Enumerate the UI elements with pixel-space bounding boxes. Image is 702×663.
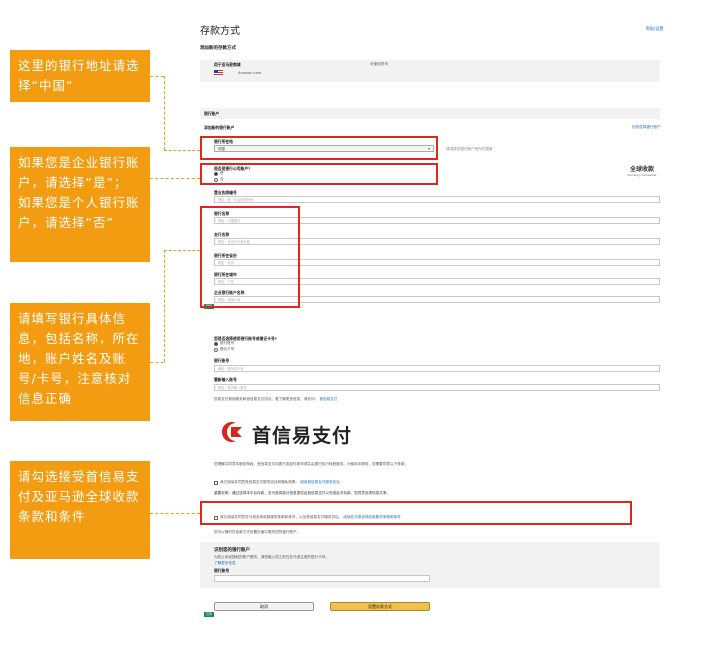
bank-details-highlight: [200, 206, 300, 308]
callout-company-account: 如果您是企业银行账户，请选择“是”； 如果您是个人银行账户，请选择“否”: [10, 147, 150, 262]
leader-line-3a: [150, 362, 164, 363]
verify-desc: 为防止未经授权的账户更改，请您输入您之前在亚马逊注册的银行卡号。: [214, 555, 329, 559]
currency-badge-subtitle: Currency Converter: [627, 173, 657, 177]
section-heading: 添加新的存款方式: [200, 46, 236, 51]
verify-input[interactable]: [214, 575, 430, 582]
leader-line-4: [150, 513, 200, 514]
leader-line-2: [150, 178, 200, 179]
verify-learn-more[interactable]: 了解更多信息: [214, 561, 236, 566]
payease-brand: 首信易支付: [252, 425, 353, 447]
us-flag-icon: [214, 70, 223, 76]
bottom-chip: 已有: [204, 612, 215, 617]
marketplace-currency-label: 可使用货币: [370, 62, 388, 66]
location-highlight: [200, 136, 438, 160]
payease-note-text: 您将支付使用服务和首信易支付协议。看了解更多信息，请访问：: [214, 397, 319, 401]
bank-account-band-label: 银行账户: [204, 111, 220, 116]
currency-converter-logo: 全球收款 Currency Converter: [622, 164, 662, 177]
terms-highlight: [200, 501, 632, 525]
bank-account-band: [200, 108, 660, 119]
payease-agree-checkbox[interactable]: [214, 481, 218, 485]
bank-account-radio[interactable]: [214, 342, 218, 346]
payease-agree-text: 我已阅读并同意首信易支付服务协议和隐私政策。 阅读首信易支付服务协议: [220, 480, 340, 485]
payease-agree-link[interactable]: 阅读首信易支付服务协议: [300, 480, 340, 484]
leader-line-3c: [164, 250, 200, 251]
company-highlight: [200, 163, 438, 185]
payease-logo-icon: [218, 418, 246, 446]
verify-heading: 识别您的银行账户: [214, 548, 250, 553]
bank-account-option: 银行账号: [220, 341, 235, 345]
callout-bank-location: 这里的银行地址请选择“中国“: [10, 50, 150, 102]
marketplace-store: Amazon.com: [238, 71, 262, 75]
marketplace-label: 用于亚马逊商城: [214, 62, 241, 67]
page-title: 存款方式: [200, 26, 240, 37]
payease-note-link[interactable]: 首信易支付: [319, 397, 337, 401]
license-input[interactable]: 例如：统一社会信用代码: [214, 196, 660, 203]
payease-note: 您将支付使用服务和首信易支付协议。看了解更多信息，请访问： 首信易支付: [214, 397, 337, 402]
bank-account-heading: 添加新的银行账户: [204, 125, 235, 130]
debit-card-option: 借记卡号: [220, 347, 235, 351]
license-label: 营业执照编号: [214, 190, 237, 195]
leader-line-1c: [164, 150, 200, 151]
leader-line-1a: [150, 76, 164, 77]
cancel-button[interactable]: 取消: [214, 602, 314, 611]
account-number-label: 银行账号: [214, 358, 230, 363]
payease-terms-para: 您理解并同意本服务条款。首信易支付向银行发起付款申请并由银行执行转账服务。为使用…: [214, 462, 409, 466]
bank-location-note: 请选择您银行账户的所在国家: [446, 147, 493, 151]
currency-badge-title: 全球收款: [629, 166, 654, 173]
callout-accept-terms: 请勾选接受首信易支付及亚马逊全球收款条款和条件: [10, 461, 150, 559]
help-link[interactable]: 帮助/设置: [646, 26, 663, 32]
debit-card-radio[interactable]: [214, 348, 218, 352]
reenter-input[interactable]: 例如：再次输入账号: [214, 384, 660, 391]
account-number-input[interactable]: 例如：账号或卡号: [214, 365, 660, 372]
important-note: 重要说明：通过选择本平台存款，亚马逊将部分信息提供给首信易支付以完成此次存款。您…: [214, 491, 391, 495]
choose-bank-link[interactable]: 如何选择银行账户: [632, 125, 661, 130]
payease-agree-label: 我已阅读并同意首信易支付服务协议和隐私政策。: [220, 480, 300, 484]
change-note: 您可以随时在存款方式设置页面中更改您的银行账户。: [214, 530, 301, 534]
marketplace-band: [200, 60, 660, 82]
reenter-label: 重新输入账号: [214, 377, 237, 382]
verify-field-label: 银行账号: [214, 568, 230, 573]
set-deposit-button[interactable]: 设置存款方式: [330, 602, 430, 611]
callout-bank-details: 请填写银行具体信息，包括名称，所在地，账户姓名及账号/卡号，注意核对信息正确: [10, 303, 150, 421]
leader-line-1b: [164, 76, 165, 150]
leader-line-3b: [164, 250, 165, 362]
